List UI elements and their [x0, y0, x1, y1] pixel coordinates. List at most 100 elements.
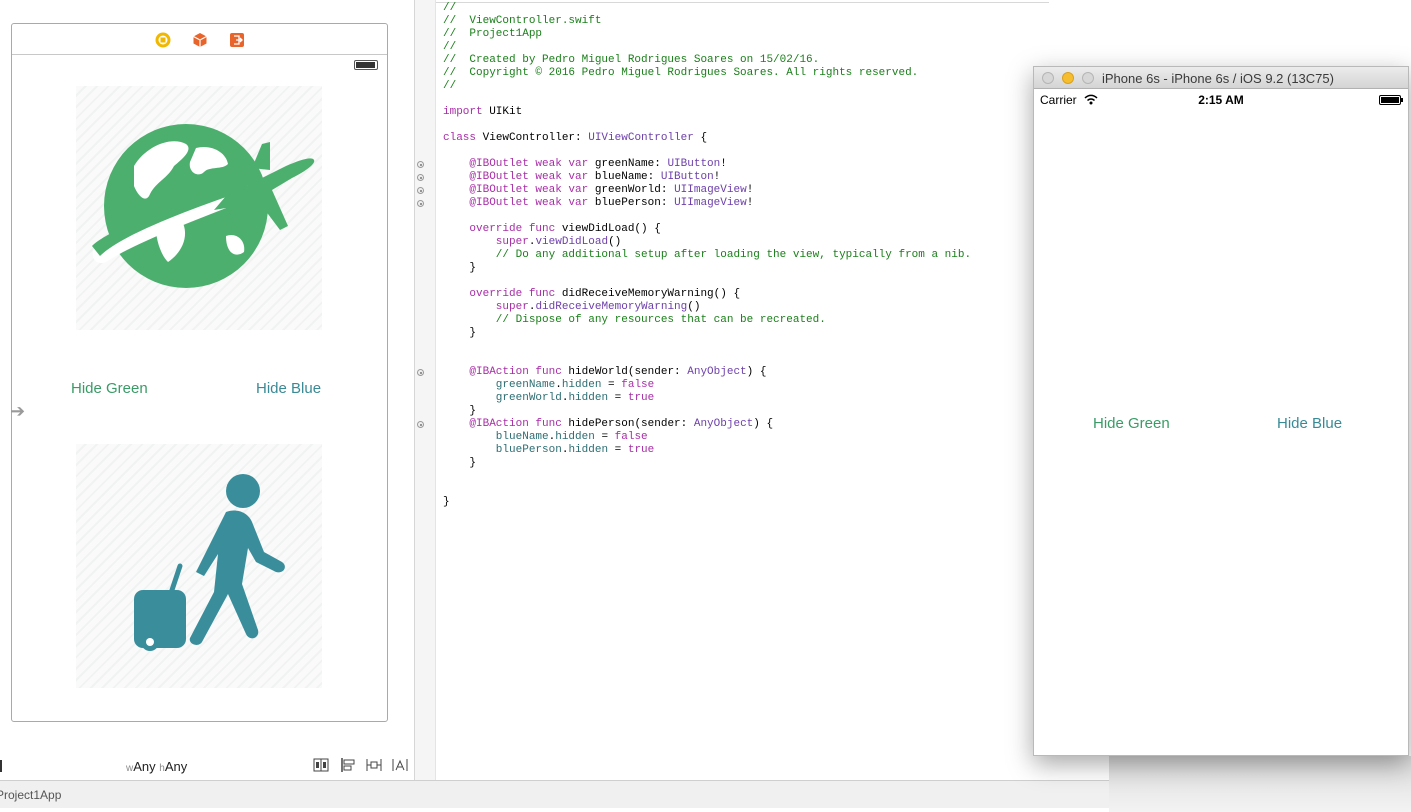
code-token: AnyObject [687, 366, 747, 378]
left-edge-mark [0, 760, 2, 772]
code-line[interactable]: } [443, 457, 1043, 470]
code-token: hidden [568, 444, 609, 456]
code-line[interactable]: @IBAction func hideWorld(sender: AnyObje… [443, 366, 1043, 379]
outlet-connection-icon[interactable] [417, 421, 424, 428]
battery-icon [1379, 95, 1403, 105]
code-line[interactable]: // [443, 41, 1043, 54]
outlet-connection-icon[interactable] [417, 161, 424, 168]
code-line[interactable]: // ViewController.swift [443, 15, 1043, 28]
code-token: ) { [746, 366, 767, 378]
outlet-connection-icon[interactable] [417, 187, 424, 194]
hide-blue-button[interactable]: Hide Blue [1277, 415, 1342, 432]
code-line[interactable]: import UIKit [443, 106, 1043, 119]
code-line[interactable]: // Project1App [443, 28, 1043, 41]
code-token: = [608, 444, 628, 456]
code-token: AnyObject [693, 418, 754, 430]
size-class-selector[interactable]: wAny hAny [126, 759, 187, 774]
pin-icon[interactable] [366, 758, 382, 772]
close-button[interactable] [1042, 72, 1054, 84]
code-token: hidden [568, 392, 609, 404]
code-token: true [627, 392, 655, 404]
storyboard-hide-blue-button[interactable]: Hide Blue [256, 380, 321, 397]
code-line[interactable] [443, 275, 1043, 288]
zoom-button[interactable] [1082, 72, 1094, 84]
code-token: greenName: [588, 158, 668, 170]
simulator-window[interactable]: iPhone 6s - iPhone 6s / iOS 9.2 (13C75) … [1033, 66, 1409, 756]
ios-status-bar: Carrier 2:15 AM [1034, 91, 1408, 109]
code-line[interactable]: super.didReceiveMemoryWarning() [443, 301, 1043, 314]
code-line[interactable]: // Dispose of any resources that can be … [443, 314, 1043, 327]
exit-icon[interactable] [229, 32, 245, 48]
code-token: } [443, 405, 477, 417]
code-line[interactable]: override func viewDidLoad() { [443, 223, 1043, 236]
align-icon[interactable] [340, 758, 356, 772]
hide-green-button[interactable]: Hide Green [1093, 415, 1170, 432]
code-line[interactable]: bluePerson.hidden = true [443, 444, 1043, 457]
first-responder-icon[interactable] [192, 32, 208, 48]
code-line[interactable] [443, 119, 1043, 132]
code-line[interactable] [443, 483, 1043, 496]
code-line[interactable]: @IBOutlet weak var greenName: UIButton! [443, 158, 1043, 171]
size-class-h-value: Any [164, 759, 188, 774]
code-token: super [443, 236, 529, 248]
code-line[interactable]: greenWorld.hidden = true [443, 392, 1043, 405]
code-line[interactable]: } [443, 405, 1043, 418]
storyboard-canvas[interactable]: ➔ Hide Green Hide Blue wAny hAny [0, 0, 414, 780]
status-bar-project-name: Project1App [0, 788, 62, 802]
code-line[interactable]: } [443, 327, 1043, 340]
code-token: true [627, 444, 655, 456]
view-controller-scene[interactable]: ➔ Hide Green Hide Blue [10, 23, 388, 722]
code-line[interactable] [443, 353, 1043, 366]
view-controller-icon[interactable] [155, 32, 171, 48]
traveler-with-luggage-icon [134, 474, 285, 651]
code-line[interactable]: class ViewController: UIViewController { [443, 132, 1043, 145]
storyboard-hide-green-button[interactable]: Hide Green [71, 380, 148, 397]
code-line[interactable]: super.viewDidLoad() [443, 236, 1043, 249]
code-line[interactable] [443, 340, 1043, 353]
code-line[interactable]: // Copyright © 2016 Pedro Miguel Rodrigu… [443, 67, 1043, 80]
code-line[interactable] [443, 470, 1043, 483]
code-line[interactable]: // [443, 2, 1043, 15]
code-line[interactable] [443, 210, 1043, 223]
code-line[interactable] [443, 93, 1043, 106]
code-line[interactable]: // [443, 80, 1043, 93]
code-token: greenWorld: [588, 184, 675, 196]
code-token: = [601, 379, 622, 391]
minimize-button[interactable] [1062, 72, 1074, 84]
code-token: } [443, 496, 450, 508]
code-line[interactable]: } [443, 262, 1043, 275]
code-token: hideWorld(sender: [561, 366, 688, 378]
code-line[interactable]: @IBOutlet weak var blueName: UIButton! [443, 171, 1043, 184]
outlet-connection-icon[interactable] [417, 200, 424, 207]
code-line[interactable]: @IBOutlet weak var greenWorld: UIImageVi… [443, 184, 1043, 197]
code-line[interactable]: // Do any additional setup after loading… [443, 249, 1043, 262]
code-line[interactable] [443, 145, 1043, 158]
code-line[interactable]: blueName.hidden = false [443, 431, 1043, 444]
code-token: ! [720, 158, 727, 170]
code-line[interactable]: // Created by Pedro Miguel Rodrigues Soa… [443, 54, 1043, 67]
code-token: = [594, 431, 615, 443]
code-token: // [443, 41, 457, 53]
code-token: import [443, 106, 483, 118]
code-line[interactable]: override func didReceiveMemoryWarning() … [443, 288, 1043, 301]
code-token: { [693, 132, 708, 144]
code-token: class [443, 132, 477, 144]
code-token: // Do any additional setup after loading… [443, 249, 972, 261]
editor-gutter[interactable] [415, 0, 436, 780]
code-line[interactable]: } [443, 496, 1043, 509]
outlet-connection-icon[interactable] [417, 174, 424, 181]
entry-point-arrow-icon: ➔ [10, 401, 26, 421]
code-token: () [608, 236, 622, 248]
green-world-image[interactable] [76, 86, 322, 330]
code-editor[interactable]: //// ViewController.swift// Project1App /… [443, 2, 1043, 509]
outlet-connection-icon[interactable] [417, 369, 424, 376]
blue-person-image[interactable] [76, 444, 322, 688]
code-line[interactable]: greenName.hidden = false [443, 379, 1043, 392]
stack-icon[interactable] [313, 758, 329, 772]
resolve-icon[interactable] [392, 758, 408, 772]
clock-label: 2:15 AM [1198, 93, 1244, 107]
code-line[interactable]: @IBAction func hidePerson(sender: AnyObj… [443, 418, 1043, 431]
simulator-title-bar[interactable]: iPhone 6s - iPhone 6s / iOS 9.2 (13C75) [1034, 67, 1408, 89]
code-line[interactable]: @IBOutlet weak var bluePerson: UIImageVi… [443, 197, 1043, 210]
window-shadow-area [1109, 756, 1411, 812]
